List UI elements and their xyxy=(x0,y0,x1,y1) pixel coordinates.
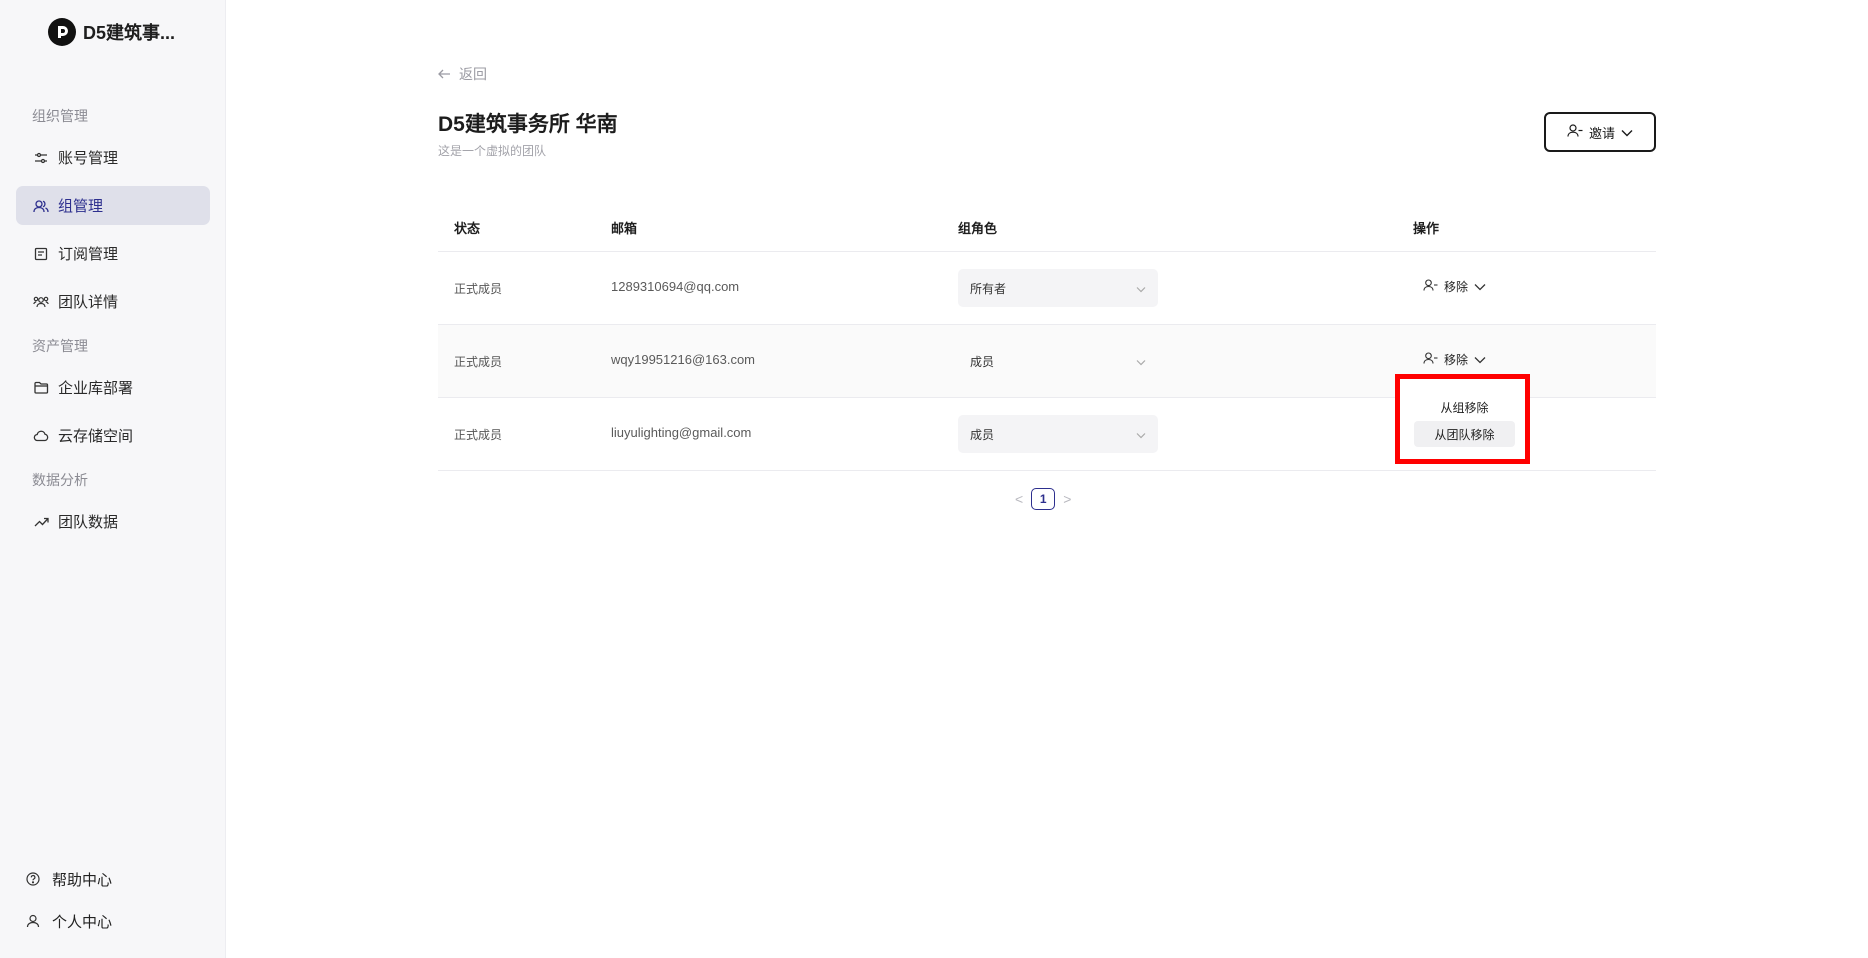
prev-page-button[interactable]: < xyxy=(1015,491,1023,507)
personal-center-link[interactable]: 个人中心 xyxy=(24,908,112,934)
section-org-management: 组织管理 xyxy=(32,108,88,124)
header-actions: 操作 xyxy=(1413,221,1440,236)
sidebar-item-label: 团队数据 xyxy=(58,514,119,531)
next-page-button[interactable]: > xyxy=(1063,491,1071,507)
member-status: 正式成员 xyxy=(454,282,503,296)
header-group-role: 组角色 xyxy=(958,221,998,236)
remove-action-button[interactable]: 移除 xyxy=(1423,351,1486,368)
app-window: D5建筑事... 组织管理 账号管理 组管理 订阅管理 团队详情 资产管理 企业… xyxy=(0,0,1868,958)
arrow-left-icon xyxy=(438,69,451,79)
pagination: < 1 > xyxy=(1015,488,1071,510)
remove-user-icon xyxy=(1423,279,1438,294)
add-user-icon xyxy=(1567,124,1583,140)
role-select[interactable]: 成员 xyxy=(958,342,1158,380)
role-value: 成员 xyxy=(970,427,995,442)
chevron-down-icon xyxy=(1136,282,1146,296)
role-value: 所有者 xyxy=(970,281,1007,296)
brand-logo-icon xyxy=(48,18,76,46)
remove-from-team-option[interactable]: 从团队移除 xyxy=(1414,421,1515,447)
page-number-current[interactable]: 1 xyxy=(1031,488,1056,510)
sliders-icon xyxy=(32,149,50,167)
member-status: 正式成员 xyxy=(454,428,503,442)
sidebar-item-label: 团队详情 xyxy=(58,294,119,311)
member-email: 1289310694@qq.com xyxy=(611,279,740,294)
brand-name: D5建筑事... xyxy=(83,23,176,43)
help-center-link[interactable]: 帮助中心 xyxy=(24,866,112,892)
list-icon xyxy=(32,245,50,263)
team-icon xyxy=(32,293,50,311)
sidebar-item-label: 订阅管理 xyxy=(58,246,119,263)
brand[interactable]: D5建筑事... xyxy=(48,18,175,46)
role-value: 成员 xyxy=(970,354,995,369)
sidebar-item-enterprise-library[interactable]: 企业库部署 xyxy=(16,368,210,407)
sidebar-item-label: 组管理 xyxy=(58,198,104,215)
sidebar-item-label: 账号管理 xyxy=(58,150,119,167)
remove-action-button[interactable]: 移除 xyxy=(1423,278,1486,295)
sidebar-item-label: 云存储空间 xyxy=(58,428,134,445)
sidebar-item-subscription-management[interactable]: 订阅管理 xyxy=(16,234,210,273)
back-label: 返回 xyxy=(459,66,487,82)
personal-center-label: 个人中心 xyxy=(52,913,113,931)
back-link[interactable]: 返回 xyxy=(438,64,487,84)
header-email: 邮箱 xyxy=(611,221,638,236)
member-email: liuyulighting@gmail.com xyxy=(611,425,752,440)
sidebar-item-group-management[interactable]: 组管理 xyxy=(16,186,210,225)
users-icon xyxy=(32,197,50,215)
header-status: 状态 xyxy=(454,221,481,236)
folder-icon xyxy=(32,379,50,397)
help-icon xyxy=(24,870,42,888)
page-title: D5建筑事务所 华南 xyxy=(438,113,618,136)
table-header: 状态 邮箱 组角色 操作 xyxy=(438,200,1656,252)
user-icon xyxy=(24,912,42,930)
section-asset-management: 资产管理 xyxy=(32,338,88,354)
chevron-down-icon xyxy=(1136,428,1146,442)
remove-options-dropdown: 从组移除 从团队移除 xyxy=(1395,374,1530,464)
chevron-down-icon xyxy=(1621,125,1633,140)
sidebar-item-label: 企业库部署 xyxy=(58,380,134,397)
remove-label: 移除 xyxy=(1444,280,1469,294)
chevron-down-icon xyxy=(1474,280,1486,294)
chevron-down-icon xyxy=(1474,353,1486,367)
role-select[interactable]: 所有者 xyxy=(958,269,1158,307)
page-subtitle: 这是一个虚拟的团队 xyxy=(438,144,547,158)
invite-label: 邀请 xyxy=(1588,125,1615,141)
role-select[interactable]: 成员 xyxy=(958,415,1158,453)
remove-user-icon xyxy=(1423,352,1438,367)
sidebar: D5建筑事... 组织管理 账号管理 组管理 订阅管理 团队详情 资产管理 企业… xyxy=(0,0,226,958)
sidebar-item-team-data[interactable]: 团队数据 xyxy=(16,502,210,541)
sidebar-item-account-management[interactable]: 账号管理 xyxy=(16,138,210,177)
member-status: 正式成员 xyxy=(454,355,503,369)
chevron-down-icon xyxy=(1136,355,1146,369)
invite-button[interactable]: 邀请 xyxy=(1544,112,1656,152)
help-center-label: 帮助中心 xyxy=(52,871,113,889)
sidebar-item-cloud-storage[interactable]: 云存储空间 xyxy=(16,416,210,455)
trend-icon xyxy=(32,513,50,531)
remove-from-group-option[interactable]: 从组移除 xyxy=(1414,394,1515,420)
section-data-analysis: 数据分析 xyxy=(32,472,88,488)
table-row: 正式成员 1289310694@qq.com 所有者 移除 xyxy=(438,252,1656,325)
sidebar-item-team-details[interactable]: 团队详情 xyxy=(16,282,210,321)
member-email: wqy19951216@163.com xyxy=(611,352,756,367)
remove-label: 移除 xyxy=(1444,353,1469,367)
cloud-icon xyxy=(32,427,50,445)
